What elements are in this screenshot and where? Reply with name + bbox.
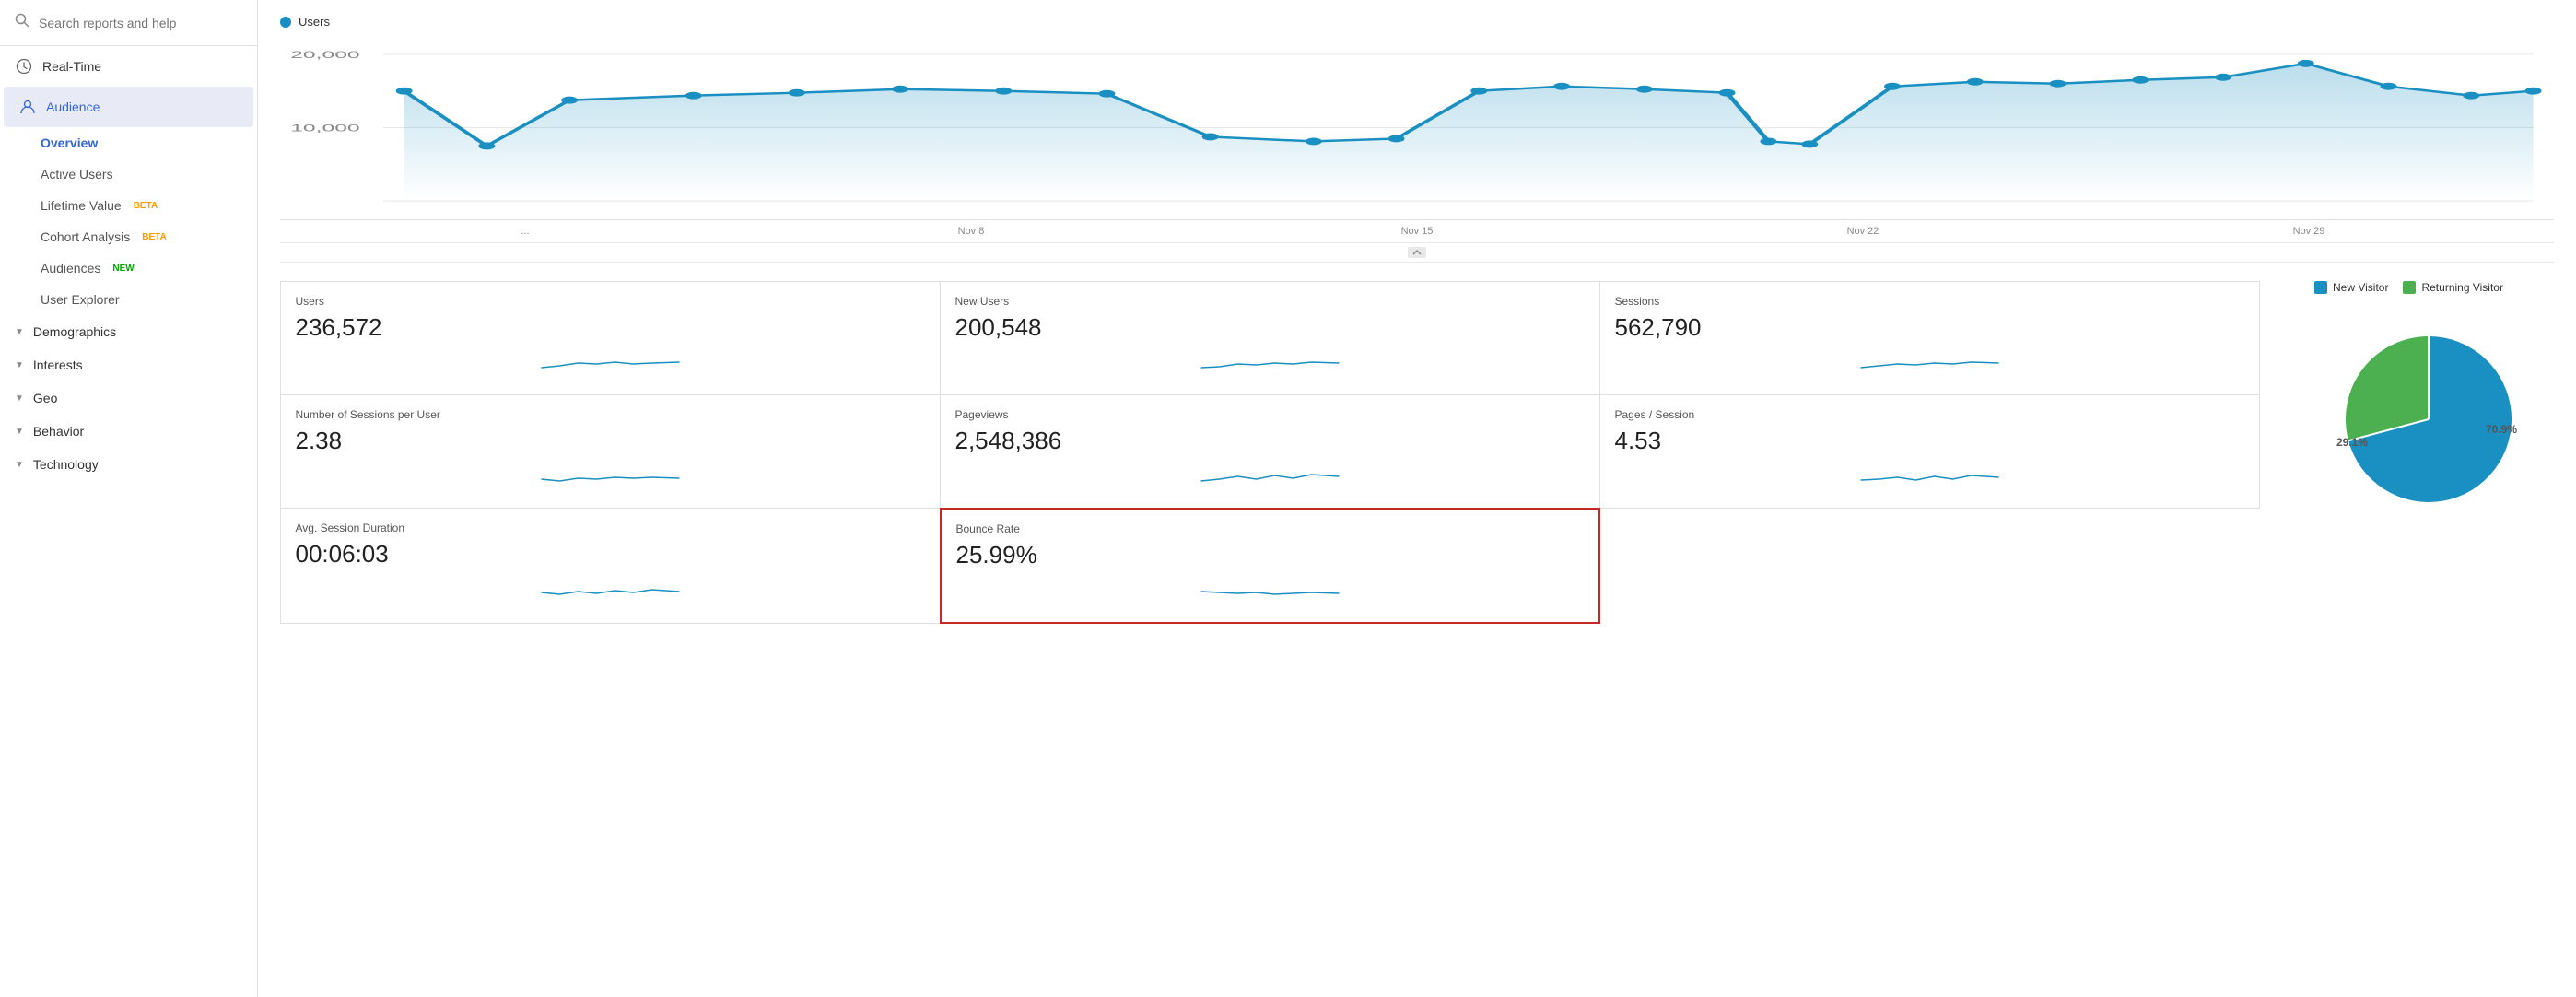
arrow-geo-icon: ▼ bbox=[15, 393, 24, 404]
new-visitor-legend-label: New Visitor bbox=[2333, 281, 2388, 294]
chart-svg: 20,000 10,000 bbox=[280, 36, 2554, 219]
metric-br-label: Bounce Rate bbox=[956, 522, 1584, 535]
sparkline-spu bbox=[296, 463, 925, 490]
metric-asd-value: 00:06:03 bbox=[296, 540, 925, 569]
sidebar-item-behavior[interactable]: ▼ Behavior bbox=[0, 415, 257, 448]
pie-label-new-pct: 70.9% bbox=[2486, 423, 2517, 436]
x-label-3: Nov 22 bbox=[1640, 226, 2086, 237]
users-legend-label: Users bbox=[299, 15, 330, 29]
metric-avg-session[interactable]: Avg. Session Duration 00:06:03 bbox=[280, 508, 941, 624]
sidebar-item-technology[interactable]: ▼ Technology bbox=[0, 448, 257, 481]
arrow-technology-icon: ▼ bbox=[15, 460, 24, 470]
metric-sessions-value: 562,790 bbox=[1615, 313, 2244, 342]
new-badge-audiences: NEW bbox=[108, 263, 138, 275]
metric-pages-per-session[interactable]: Pages / Session 4.53 bbox=[1599, 394, 2260, 509]
pie-svg bbox=[2327, 318, 2530, 521]
beta-badge-lifetime: BETA bbox=[129, 200, 162, 212]
metric-pps-value: 4.53 bbox=[1615, 427, 2244, 455]
metric-new-users-value: 200,548 bbox=[955, 313, 1585, 342]
clock-icon bbox=[15, 57, 33, 76]
sparkline-asd bbox=[296, 576, 925, 604]
chart-legend: Users bbox=[280, 15, 2554, 29]
users-legend-dot bbox=[280, 17, 291, 28]
metric-sessions-per-user[interactable]: Number of Sessions per User 2.38 bbox=[280, 394, 941, 509]
metrics-grid: Users 236,572 New Users 200,548 Sessions… bbox=[258, 263, 2281, 641]
metric-asd-label: Avg. Session Duration bbox=[296, 522, 925, 534]
sparkline-sessions bbox=[1615, 349, 2244, 377]
returning-visitor-legend-label: Returning Visitor bbox=[2421, 281, 2503, 294]
metric-pps-label: Pages / Session bbox=[1615, 408, 2244, 421]
sidebar-item-realtime[interactable]: Real-Time bbox=[0, 46, 257, 87]
pie-legend: New Visitor Returning Visitor bbox=[2314, 281, 2503, 294]
metric-users-label: Users bbox=[296, 295, 925, 308]
x-label-4: Nov 29 bbox=[2086, 226, 2532, 237]
sidebar-item-interests[interactable]: ▼ Interests bbox=[0, 348, 257, 381]
search-icon bbox=[15, 13, 29, 32]
metric-users[interactable]: Users 236,572 bbox=[280, 281, 941, 395]
sidebar-sub-overview[interactable]: Overview bbox=[0, 127, 257, 158]
arrow-behavior-icon: ▼ bbox=[15, 427, 24, 437]
search-bar[interactable] bbox=[0, 0, 257, 46]
pie-label-returning-pct: 29.1% bbox=[2336, 436, 2368, 449]
new-visitor-dot bbox=[2314, 281, 2327, 294]
right-panel: New Visitor Returning Visitor bbox=[2281, 263, 2576, 641]
metric-sessions-label: Sessions bbox=[1615, 295, 2244, 308]
metric-bounce-rate[interactable]: Bounce Rate 25.99% bbox=[940, 508, 1600, 624]
person-icon bbox=[18, 98, 37, 116]
metrics-section: Users 236,572 New Users 200,548 Sessions… bbox=[258, 263, 2576, 641]
sparkline-new-users bbox=[955, 349, 1585, 377]
chart-area: Users 20,000 10,000 bbox=[258, 0, 2576, 263]
svg-text:10,000: 10,000 bbox=[290, 123, 359, 134]
sidebar-item-demographics[interactable]: ▼ Demographics bbox=[0, 315, 257, 348]
metric-pv-value: 2,548,386 bbox=[955, 427, 1585, 455]
metric-new-users-label: New Users bbox=[955, 295, 1585, 308]
sidebar-sub-active-users[interactable]: Active Users bbox=[0, 158, 257, 190]
sparkline-pps bbox=[1615, 463, 2244, 490]
metric-empty bbox=[1599, 508, 2260, 624]
sidebar: Real-Time Audience Overview Active Users… bbox=[0, 0, 258, 997]
sidebar-sub-lifetime-value[interactable]: Lifetime Value BETA bbox=[0, 190, 257, 221]
metric-users-value: 236,572 bbox=[296, 313, 925, 342]
sidebar-item-geo[interactable]: ▼ Geo bbox=[0, 381, 257, 415]
arrow-demographics-icon: ▼ bbox=[15, 327, 24, 337]
metric-pageviews[interactable]: Pageviews 2,548,386 bbox=[940, 394, 1600, 509]
search-input[interactable] bbox=[39, 16, 242, 30]
chart-collapse-button[interactable] bbox=[280, 243, 2554, 263]
metric-spu-value: 2.38 bbox=[296, 427, 925, 455]
realtime-label: Real-Time bbox=[42, 59, 101, 74]
arrow-interests-icon: ▼ bbox=[15, 360, 24, 370]
metric-pv-label: Pageviews bbox=[955, 408, 1585, 421]
sparkline-users bbox=[296, 349, 925, 377]
x-label-2: Nov 15 bbox=[1194, 226, 1640, 237]
sidebar-item-audience[interactable]: Audience bbox=[4, 87, 253, 127]
sparkline-br bbox=[956, 577, 1584, 604]
pie-legend-new-visitor: New Visitor bbox=[2314, 281, 2388, 294]
sidebar-sub-cohort[interactable]: Cohort Analysis BETA bbox=[0, 221, 257, 252]
metric-br-value: 25.99% bbox=[956, 541, 1584, 569]
main-content: Users 20,000 10,000 bbox=[258, 0, 2576, 997]
x-label-1: Nov 8 bbox=[748, 226, 1194, 237]
audience-label: Audience bbox=[46, 100, 100, 114]
sparkline-pageviews bbox=[955, 463, 1585, 490]
metric-sessions[interactable]: Sessions 562,790 bbox=[1599, 281, 2260, 395]
chart-x-labels: ... Nov 8 Nov 15 Nov 22 Nov 29 bbox=[280, 220, 2554, 243]
returning-visitor-dot bbox=[2403, 281, 2416, 294]
x-label-0: ... bbox=[302, 226, 748, 237]
sidebar-sub-audiences[interactable]: Audiences NEW bbox=[0, 252, 257, 284]
pie-chart: 70.9% 29.1% bbox=[2327, 318, 2530, 521]
sidebar-sub-user-explorer[interactable]: User Explorer bbox=[0, 284, 257, 315]
pie-legend-returning-visitor: Returning Visitor bbox=[2403, 281, 2503, 294]
svg-text:20,000: 20,000 bbox=[290, 50, 359, 61]
line-chart: 20,000 10,000 bbox=[280, 36, 2554, 220]
metric-new-users[interactable]: New Users 200,548 bbox=[940, 281, 1600, 395]
nav-section: Real-Time Audience Overview Active Users… bbox=[0, 46, 257, 481]
metric-spu-label: Number of Sessions per User bbox=[296, 408, 925, 421]
beta-badge-cohort: BETA bbox=[137, 231, 170, 243]
